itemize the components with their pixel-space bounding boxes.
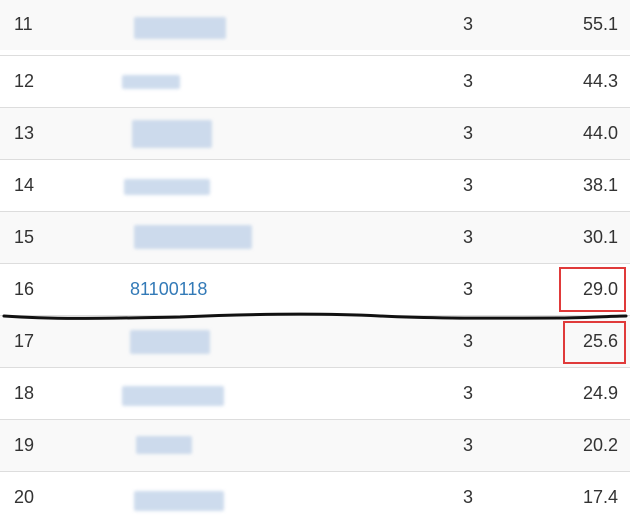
rank-cell: 16 bbox=[14, 279, 35, 299]
redacted-name bbox=[120, 108, 270, 159]
rank-cell: 14 bbox=[14, 175, 35, 195]
redacted-name bbox=[120, 212, 270, 263]
count-cell: 3 bbox=[463, 487, 474, 507]
score-cell: 20.2 bbox=[582, 435, 618, 455]
redacted-name bbox=[120, 368, 270, 419]
redacted-name bbox=[120, 420, 270, 471]
redacted-name bbox=[120, 56, 270, 107]
rank-cell: 17 bbox=[14, 331, 35, 351]
score-cell: 55.1 bbox=[582, 14, 618, 34]
table-row: 19 3 20.2 bbox=[0, 419, 630, 471]
table-row: 12 3 44.3 bbox=[0, 55, 630, 107]
redacted-name bbox=[120, 0, 270, 50]
score-cell: 25.6 bbox=[582, 331, 618, 351]
count-cell: 3 bbox=[463, 123, 474, 143]
count-cell: 3 bbox=[463, 175, 474, 195]
redacted-name bbox=[120, 316, 270, 367]
rank-cell: 15 bbox=[14, 227, 35, 247]
id-link[interactable]: 81100118 bbox=[130, 279, 207, 299]
table-row: 13 3 44.0 bbox=[0, 107, 630, 159]
table-row: 18 3 24.9 bbox=[0, 367, 630, 419]
count-cell: 3 bbox=[463, 14, 474, 34]
score-cell: 44.3 bbox=[582, 71, 618, 91]
count-cell: 3 bbox=[463, 331, 474, 351]
table-row: 11 3 55.1 bbox=[0, 0, 630, 50]
table-row: 14 3 38.1 bbox=[0, 159, 630, 211]
rank-cell: 11 bbox=[14, 14, 33, 34]
table-row: 16 81100118 3 29.0 bbox=[0, 263, 630, 315]
count-cell: 3 bbox=[463, 71, 474, 91]
rank-cell: 13 bbox=[14, 123, 35, 143]
count-cell: 3 bbox=[463, 227, 474, 247]
rank-cell: 20 bbox=[14, 487, 35, 507]
score-cell: 44.0 bbox=[582, 123, 618, 143]
score-cell: 29.0 bbox=[582, 279, 618, 299]
score-cell: 30.1 bbox=[582, 227, 618, 247]
count-cell: 3 bbox=[463, 383, 474, 403]
score-cell: 24.9 bbox=[582, 383, 618, 403]
table-row: 15 3 30.1 bbox=[0, 211, 630, 263]
table-row: 17 3 25.6 bbox=[0, 315, 630, 367]
rank-cell: 12 bbox=[14, 71, 35, 91]
count-cell: 3 bbox=[463, 435, 474, 455]
count-cell: 3 bbox=[463, 279, 474, 299]
redacted-name bbox=[120, 160, 270, 211]
rank-cell: 19 bbox=[14, 435, 35, 455]
id-cell: 81100118 bbox=[120, 264, 270, 315]
score-cell: 38.1 bbox=[582, 175, 618, 195]
rank-cell: 18 bbox=[14, 383, 35, 403]
redacted-name bbox=[120, 472, 270, 523]
table-row: 20 3 17.4 bbox=[0, 471, 630, 523]
score-cell: 17.4 bbox=[582, 487, 618, 507]
